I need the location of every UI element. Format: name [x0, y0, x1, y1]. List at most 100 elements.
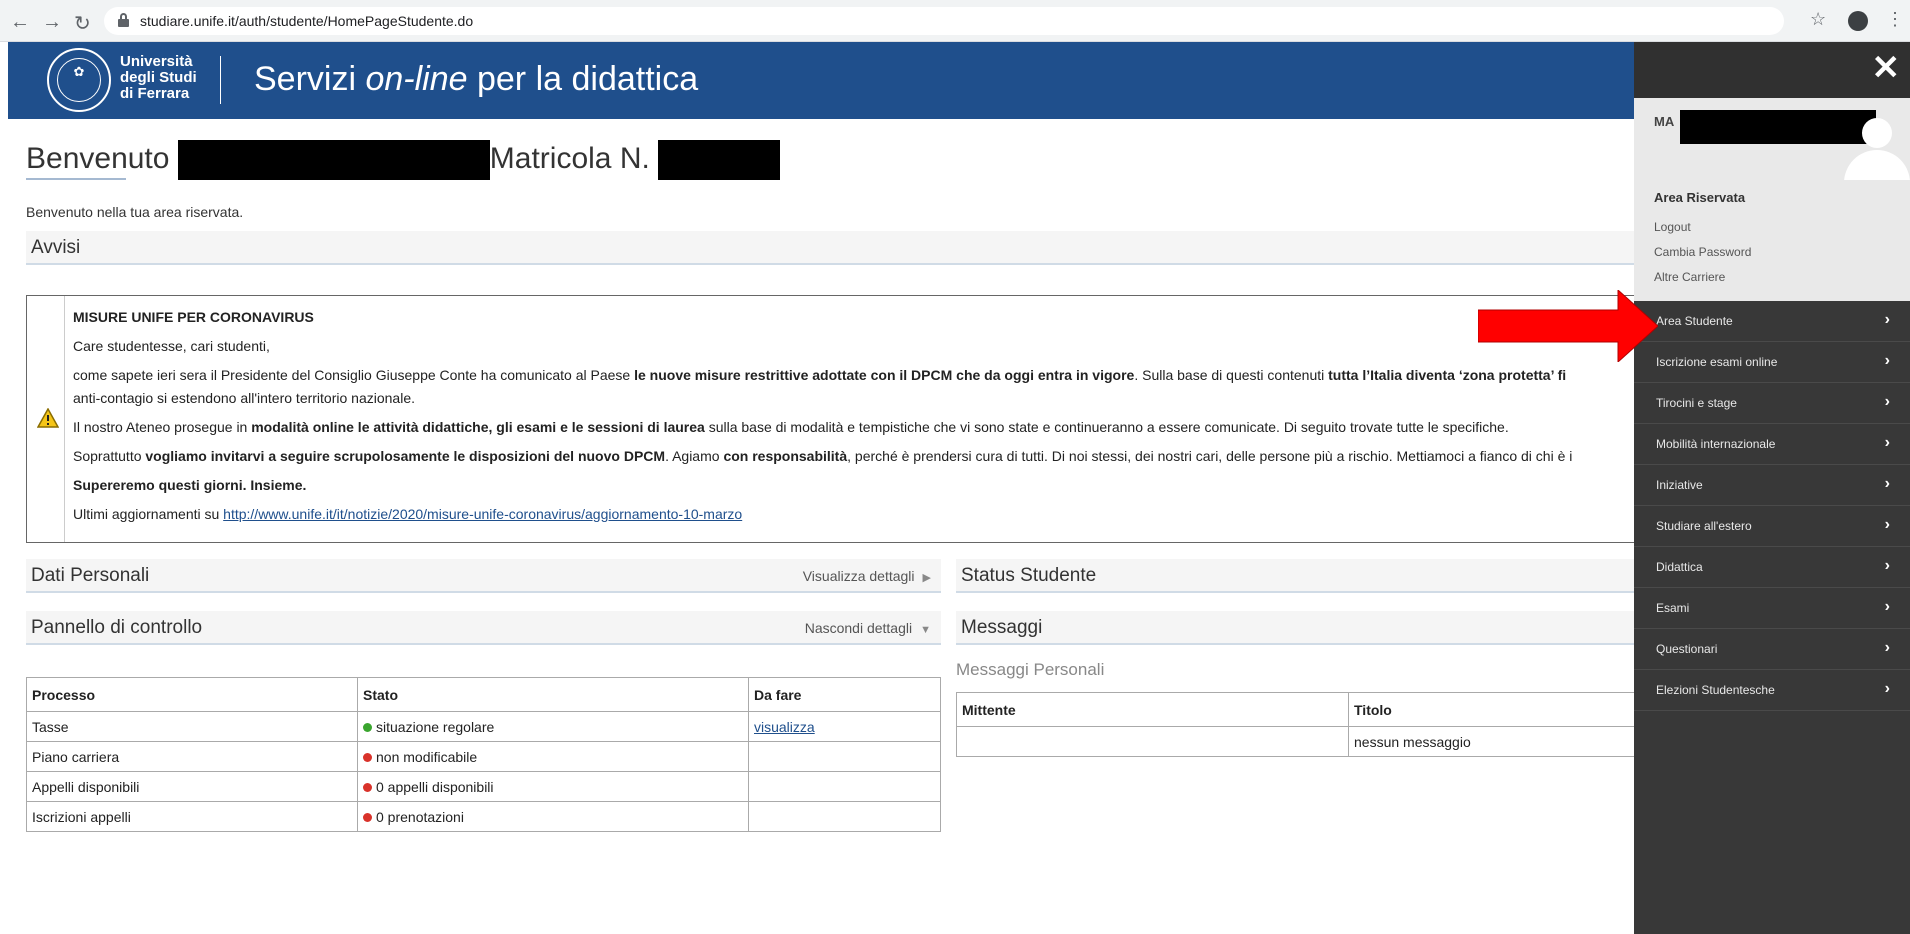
table-row: Iscrizioni appelli 0 prenotazioni [26, 801, 941, 832]
visualizza-dettagli-link[interactable]: Visualizza dettagli ▶ [803, 568, 931, 584]
university-name: Università degli Studi di Ferrara [120, 53, 197, 102]
forward-icon[interactable]: → [42, 11, 62, 34]
sidebar-item-questionari[interactable]: Questionari › [1634, 629, 1910, 670]
status-dot-red-icon [363, 783, 372, 793]
sidebar-item-elezioni[interactable]: Elezioni Studentesche › [1634, 670, 1910, 711]
visualizza-link[interactable]: visualizza [754, 719, 815, 735]
university-seal-logo[interactable]: ✿ [47, 48, 111, 112]
user-panel: MA Area Riservata Logout Cambia Password… [1634, 98, 1910, 301]
status-dot-red-icon [363, 753, 372, 763]
mittente-cell [956, 726, 1349, 757]
sidebar-item-iscrizione-esami[interactable]: Iscrizione esami online › [1634, 342, 1910, 383]
chevron-right-icon: › [1884, 598, 1890, 615]
redacted-name [177, 140, 490, 180]
altre-carriere-link[interactable]: Altre Carriere [1654, 270, 1725, 284]
area-riservata-heading: Area Riservata [1654, 190, 1746, 205]
chevron-right-icon: › [1884, 434, 1890, 451]
processo-cell: Iscrizioni appelli [26, 801, 358, 832]
close-icon[interactable]: ✕ [1872, 48, 1901, 88]
lock-icon [118, 13, 129, 27]
user-name: MA [1654, 114, 1675, 129]
menu-kebab-icon[interactable]: ⋮ [1886, 9, 1904, 30]
dati-personali-heading: Dati Personali [31, 565, 150, 586]
status-dot-green-icon [363, 723, 372, 733]
status-dot-red-icon [363, 813, 372, 823]
empty-message-cell: nessun messaggio [1348, 726, 1646, 757]
column-header: Mittente [956, 692, 1349, 727]
sidebar-item-didattica[interactable]: Didattica › [1634, 547, 1910, 588]
table-row: nessun messaggio [956, 726, 1646, 757]
avvisi-notice: MISURE UNIFE PER CORONAVIRUS Care studen… [26, 295, 1636, 543]
sidebar-top-bar: ✕ [1634, 42, 1910, 98]
notice-title: MISURE UNIFE PER CORONAVIRUS [73, 309, 314, 325]
table-header-row: Processo Stato Da fare [26, 677, 941, 712]
sidebar-item-esami[interactable]: Esami › [1634, 588, 1910, 629]
caret-down-icon: ▼ [920, 624, 931, 636]
profile-avatar[interactable] [1848, 11, 1868, 31]
caret-right-icon: ▶ [922, 572, 931, 584]
red-arrow-annotation-icon [1478, 290, 1658, 362]
stato-cell: situazione regolare [357, 711, 749, 742]
pannello-table: Processo Stato Da fare Tasse situazione … [26, 677, 941, 832]
browser-toolbar: ← → ↻ studiare.unife.it/auth/studente/Ho… [0, 0, 1910, 42]
url-text[interactable]: studiare.unife.it/auth/studente/HomePage… [140, 13, 473, 29]
chevron-right-icon: › [1884, 352, 1890, 369]
messaggi-header: Messaggi [956, 611, 1636, 645]
chevron-right-icon: › [1884, 475, 1890, 492]
processo-cell: Appelli disponibili [26, 771, 358, 802]
dati-personali-header: Dati Personali Visualizza dettagli ▶ [26, 559, 941, 593]
column-header: Stato [357, 677, 749, 712]
table-row: Piano carriera non modificabile [26, 741, 941, 772]
reload-icon[interactable]: ↻ [74, 11, 91, 36]
table-row: Tasse situazione regolare visualizza [26, 711, 941, 742]
messaggi-heading: Messaggi [961, 617, 1043, 638]
title-underline [26, 178, 126, 180]
table-row: Appelli disponibili 0 appelli disponibil… [26, 771, 941, 802]
processo-cell: Piano carriera [26, 741, 358, 772]
sidebar-item-studiare-estero[interactable]: Studiare all'estero › [1634, 506, 1910, 547]
sidebar-item-area-studente[interactable]: Area Studente › [1634, 301, 1910, 342]
sidebar-item-mobilita[interactable]: Mobilità internazionale › [1634, 424, 1910, 465]
back-icon[interactable]: ← [10, 11, 30, 34]
coronavirus-update-link[interactable]: http://www.unife.it/it/notizie/2020/misu… [223, 506, 742, 522]
sidebar-nav: Area Studente › Iscrizione esami online › … [1634, 301, 1910, 711]
messaggi-table: Mittente Titolo nessun messaggio [956, 692, 1646, 757]
stato-cell: non modificabile [357, 741, 749, 772]
welcome-subtitle: Benvenuto nella tua area riservata. [26, 204, 244, 220]
notice-paragraph-1: come sapete ieri sera il Presidente del … [73, 367, 1567, 383]
notice-paragraph-4: Supereremo questi giorni. Insieme. [73, 477, 307, 493]
chevron-right-icon: › [1884, 393, 1890, 410]
column-header: Processo [26, 677, 358, 712]
warning-icon [37, 408, 59, 428]
page-title: Benvenuto Matricola N. [26, 140, 781, 180]
table-header-row: Mittente Titolo [956, 692, 1646, 727]
logout-link[interactable]: Logout [1654, 220, 1691, 234]
notice-paragraph-1-cont: anti-contagio si estendono all'intero te… [73, 390, 415, 406]
notice-content: MISURE UNIFE PER CORONAVIRUS Care studen… [73, 308, 1633, 534]
column-header: Titolo [1348, 692, 1646, 727]
stato-cell: 0 appelli disponibili [357, 771, 749, 802]
da-fare-cell: visualizza [748, 711, 941, 742]
stato-cell: 0 prenotazioni [357, 801, 749, 832]
da-fare-cell [748, 801, 941, 832]
nascondi-dettagli-link[interactable]: Nascondi dettagli ▼ [805, 620, 931, 636]
chevron-right-icon: › [1884, 680, 1890, 697]
pannello-header: Pannello di controllo Nascondi dettagli ▼ [26, 611, 941, 645]
status-studente-header: Status Studente [956, 559, 1636, 593]
status-studente-heading: Status Studente [961, 565, 1097, 586]
pannello-heading: Pannello di controllo [31, 617, 203, 638]
sidebar-item-tirocini[interactable]: Tirocini e stage › [1634, 383, 1910, 424]
da-fare-cell [748, 771, 941, 802]
chevron-right-icon: › [1884, 639, 1890, 656]
address-bar[interactable]: studiare.unife.it/auth/studente/HomePage… [104, 7, 1784, 35]
sidebar-item-iniziative[interactable]: Iniziative › [1634, 465, 1910, 506]
processo-cell: Tasse [26, 711, 358, 742]
notice-paragraph-2: Il nostro Ateneo prosegue in modalità on… [73, 419, 1509, 435]
notice-paragraph-3: Soprattutto vogliamo invitarvi a seguire… [73, 448, 1573, 464]
cambia-password-link[interactable]: Cambia Password [1654, 245, 1751, 259]
messaggi-personali-subheading: Messaggi Personali [956, 660, 1105, 679]
bookmark-star-icon[interactable]: ☆ [1810, 9, 1826, 30]
sidebar-menu: ✕ MA Area Riservata Logout Cambia Passwo… [1634, 42, 1910, 934]
notice-greeting: Care studentesse, cari studenti, [73, 338, 270, 354]
column-header: Da fare [748, 677, 941, 712]
